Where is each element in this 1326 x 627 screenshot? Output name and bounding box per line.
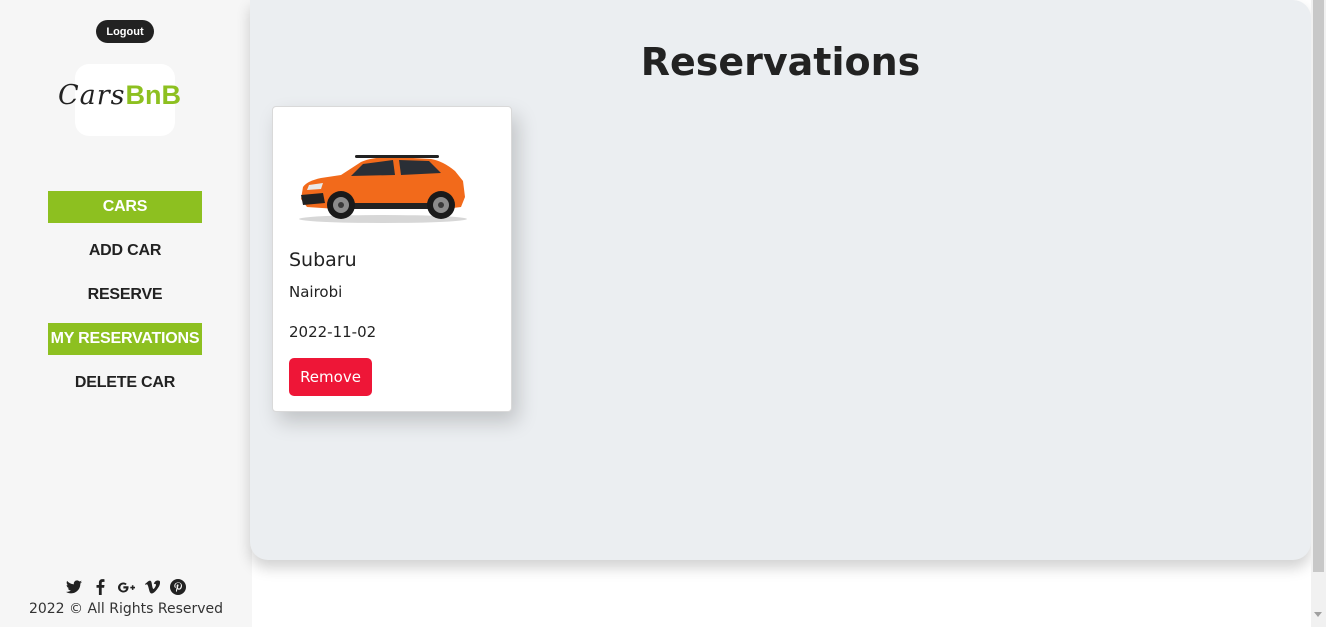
sidebar-item-reserve[interactable]: RESERVE — [48, 279, 202, 311]
reservation-card: Subaru Nairobi 2022-11-02 Remove — [272, 106, 512, 412]
pinterest-icon[interactable] — [170, 578, 187, 596]
car-city: Nairobi — [289, 283, 343, 301]
scrollbar-thumb[interactable] — [1313, 0, 1324, 572]
facebook-icon[interactable] — [92, 578, 109, 596]
twitter-icon[interactable] — [66, 578, 83, 596]
sidebar-nav: CARS ADD CAR RESERVE MY RESERVATIONS DEL… — [48, 191, 202, 411]
sidebar-item-add-car[interactable]: ADD CAR — [48, 235, 202, 267]
sidebar-item-my-reservations[interactable]: MY RESERVATIONS — [48, 323, 202, 355]
reservation-date: 2022-11-02 — [289, 323, 377, 341]
sidebar-item-cars[interactable]: CARS — [48, 191, 202, 223]
scroll-down-arrow-icon[interactable] — [1314, 612, 1322, 617]
brand-logo-part2: BnB — [125, 80, 182, 110]
car-name: Subaru — [289, 249, 357, 271]
sidebar: Logout Cars BnB CARS ADD CAR RESERVE MY … — [0, 0, 252, 627]
vertical-scrollbar[interactable] — [1311, 0, 1326, 627]
brand-logo[interactable]: Cars BnB — [58, 80, 198, 120]
social-links — [0, 578, 252, 596]
sidebar-item-delete-car[interactable]: DELETE CAR — [48, 367, 202, 399]
vimeo-icon[interactable] — [144, 578, 161, 596]
logout-button[interactable]: Logout — [96, 20, 154, 43]
google-plus-icon[interactable] — [117, 578, 135, 596]
page-title: Reservations — [640, 40, 921, 84]
brand-logo-part1: Cars — [58, 80, 126, 111]
car-image — [299, 155, 467, 223]
copyright-text: 2022 © All Rights Reserved — [28, 601, 224, 617]
remove-reservation-button[interactable]: Remove — [289, 358, 372, 396]
